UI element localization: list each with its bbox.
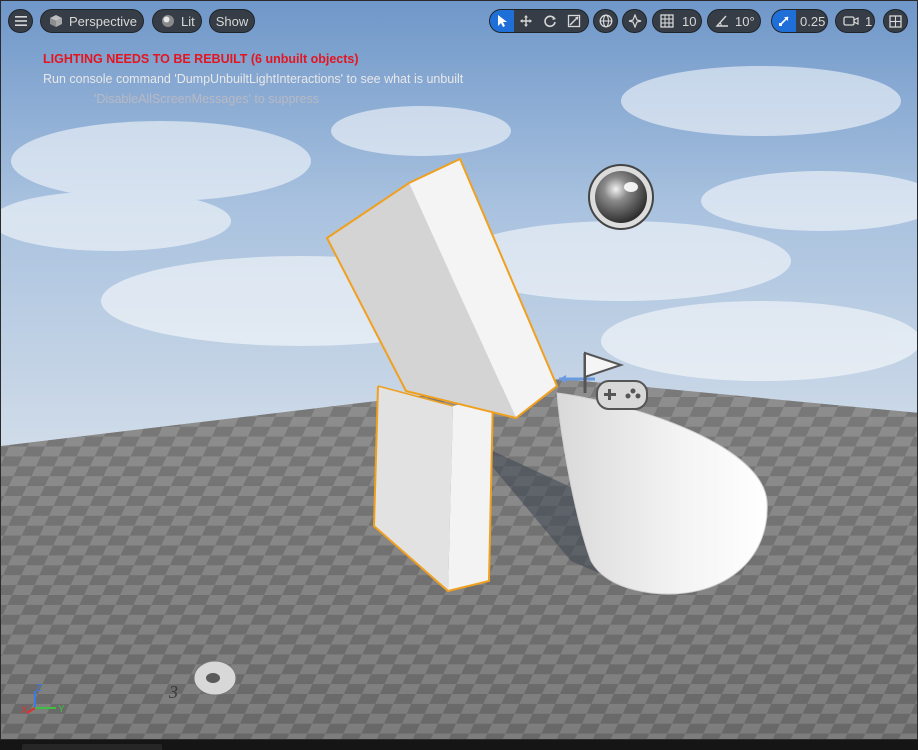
surface-snap-icon	[628, 14, 642, 28]
bottom-panel-tab[interactable]	[22, 744, 162, 750]
scale-tool-button[interactable]	[562, 10, 586, 32]
scale-snap-value: 0.25	[800, 13, 826, 29]
surface-snap-button[interactable]	[622, 9, 647, 33]
select-arrow-icon	[496, 14, 508, 28]
scene-3d[interactable]: 3 Z Y X	[1, 1, 918, 740]
grid-snap-button[interactable]: 10	[652, 9, 702, 33]
scale-snap-icon	[772, 10, 796, 32]
cube-icon	[49, 14, 63, 28]
camera-icon	[843, 15, 859, 27]
rotation-snap-value: 10°	[735, 13, 755, 29]
level-viewport[interactable]: 3 Z Y X LIGHTING NEEDS TO BE REBUILT (6 …	[0, 0, 918, 740]
sky-sphere-reflection-icon[interactable]	[588, 164, 654, 230]
rotation-snap-button[interactable]: 10°	[707, 9, 761, 33]
lit-sphere-icon	[161, 14, 175, 28]
grid-snap-value: 10	[682, 13, 697, 29]
axis-y-label: Y	[58, 704, 65, 715]
billboard-number: 3	[168, 682, 178, 702]
grid-icon	[660, 14, 674, 28]
rotate-icon	[543, 14, 557, 28]
gamepad-icon	[596, 380, 648, 410]
scale-snap-button[interactable]: 0.25	[771, 9, 828, 33]
console-hint: Run console command 'DumpUnbuiltLightInt…	[43, 72, 464, 86]
coordinate-space-button[interactable]	[593, 9, 618, 33]
viewport-toolbar: Perspective Lit Show 10 10° 0.25 1	[1, 1, 917, 41]
lit-label: Lit	[181, 13, 195, 29]
rotate-tool-button[interactable]	[538, 10, 562, 32]
hamburger-icon	[14, 16, 27, 26]
suppress-hint: 'DisableAllScreenMessages' to suppress	[94, 92, 320, 106]
camera-speed-button[interactable]: 1	[835, 9, 875, 33]
axis-z-label: Z	[36, 683, 42, 694]
show-label: Show	[215, 13, 249, 29]
move-icon	[519, 14, 533, 28]
lit-button[interactable]: Lit	[152, 9, 202, 33]
select-tool-button[interactable]	[490, 10, 514, 32]
perspective-button[interactable]: Perspective	[40, 9, 144, 33]
maximize-icon	[889, 14, 902, 28]
perspective-label: Perspective	[69, 13, 137, 29]
camera-speed-value: 1	[865, 13, 873, 29]
viewport-menu-button[interactable]	[8, 9, 33, 33]
transform-tools	[489, 9, 589, 33]
maximize-viewport-button[interactable]	[883, 9, 908, 33]
torus-mesh[interactable]	[193, 660, 237, 696]
move-tool-button[interactable]	[514, 10, 538, 32]
angle-icon	[715, 14, 729, 28]
show-button[interactable]: Show	[209, 9, 255, 33]
lighting-warning: LIGHTING NEEDS TO BE REBUILT (6 unbuilt …	[43, 52, 359, 66]
scale-icon	[567, 14, 581, 28]
globe-icon	[599, 14, 613, 28]
axis-x-label: X	[21, 705, 28, 716]
